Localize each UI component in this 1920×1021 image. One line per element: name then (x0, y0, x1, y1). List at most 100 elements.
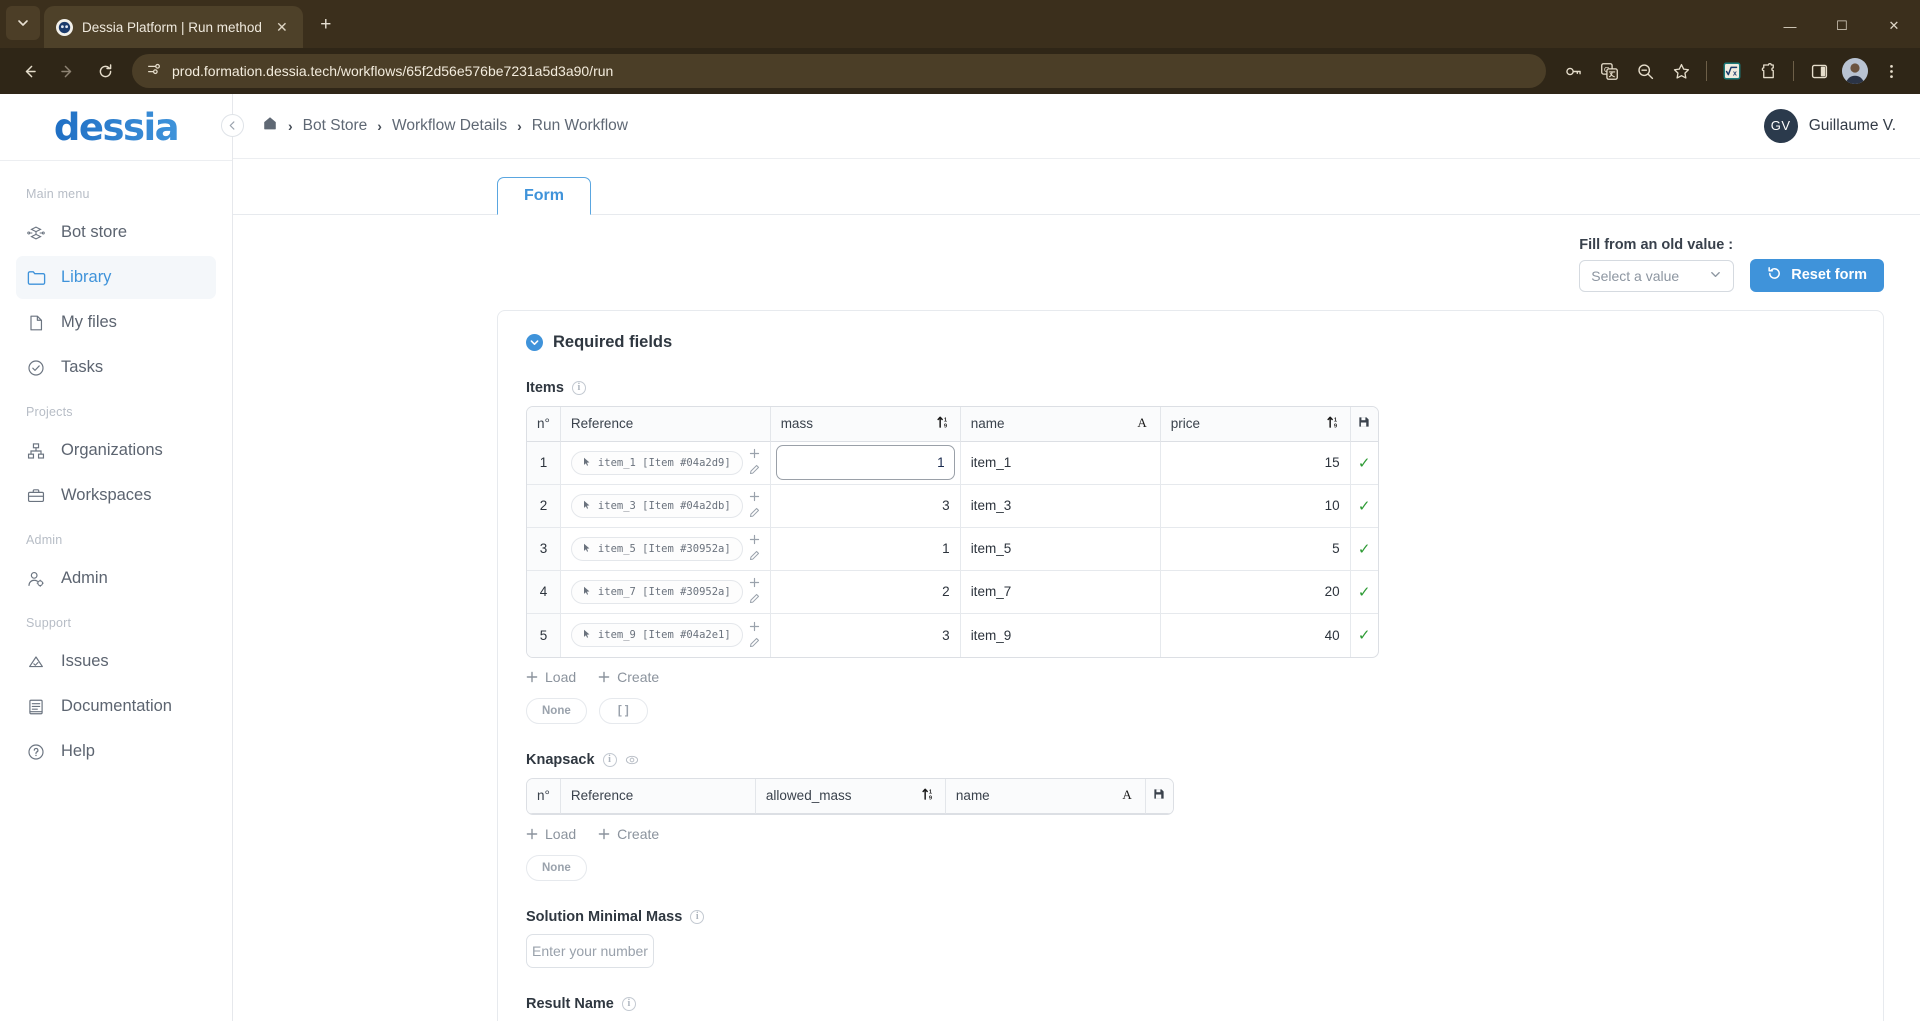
window-maximize-button[interactable]: ☐ (1816, 6, 1868, 46)
back-icon[interactable] (12, 54, 46, 88)
add-reference-icon[interactable] (749, 620, 760, 635)
table-row[interactable]: 3 item_5 [Item #30952a] 1 item_5 5 ✓ (527, 527, 1378, 571)
items-load-button[interactable]: Load (526, 669, 576, 685)
info-icon[interactable]: i (602, 752, 617, 767)
items-row-reference[interactable]: item_9 [Item #04a2e1] (561, 613, 771, 657)
brand-logo[interactable]: dessia (0, 94, 232, 162)
items-row-name[interactable]: item_5 (960, 527, 1161, 571)
info-icon[interactable]: i (690, 909, 705, 924)
save-disk-icon[interactable] (1358, 416, 1370, 431)
items-row-mass[interactable]: 3 (770, 484, 961, 528)
items-row-name[interactable]: item_1 (960, 441, 1161, 485)
browser-tab[interactable]: Dessia Platform | Run method ✕ (44, 6, 303, 49)
items-col-mass[interactable]: mass 19 (770, 406, 961, 442)
items-row-mass[interactable]: 2 (770, 570, 961, 614)
breadcrumb-item-run-workflow[interactable]: Run Workflow (532, 117, 628, 135)
items-row-reference[interactable]: item_1 [Item #04a2d9] (560, 441, 771, 485)
reference-chip[interactable]: item_5 [Item #30952a] (570, 536, 743, 561)
side-panel-icon[interactable] (1802, 54, 1836, 88)
items-row-reference[interactable]: item_3 [Item #04a2db] (560, 484, 771, 528)
items-row-name[interactable]: item_7 (960, 570, 1161, 614)
window-close-button[interactable]: ✕ (1868, 6, 1920, 46)
user-menu[interactable]: GV Guillaume V. (1763, 108, 1896, 143)
table-row[interactable]: 4 item_7 [Item #30952a] 2 item_7 20 ✓ (527, 570, 1378, 614)
page-settings-icon[interactable] (146, 61, 162, 82)
eye-icon[interactable] (625, 753, 639, 767)
items-row-name[interactable]: item_3 (960, 484, 1161, 528)
required-fields-header[interactable]: Required fields (498, 333, 1883, 352)
numeric-sort-icon[interactable]: 19 (922, 787, 935, 804)
sidebar-item-tasks[interactable]: Tasks (16, 346, 216, 389)
items-row-name[interactable]: item_9 (961, 613, 1161, 657)
items-col-reference[interactable]: Reference (560, 406, 771, 442)
items-col-name[interactable]: name A (960, 406, 1161, 442)
tab-form[interactable]: Form (497, 176, 591, 215)
tab-search-icon[interactable] (6, 6, 40, 41)
sidebar-item-help[interactable]: Help (16, 730, 216, 773)
knapsack-load-button[interactable]: Load (526, 826, 576, 842)
address-bar[interactable]: prod.formation.dessia.tech/workflows/65f… (132, 54, 1546, 89)
items-row-price[interactable]: 40 (1161, 613, 1351, 657)
bookmark-star-icon[interactable] (1664, 54, 1698, 88)
items-row-price[interactable]: 20 (1160, 570, 1351, 614)
text-sort-icon[interactable]: A (1121, 787, 1135, 804)
extensions-puzzle-icon[interactable] (1751, 54, 1785, 88)
forward-icon[interactable] (50, 54, 84, 88)
numeric-sort-icon[interactable]: 19 (1327, 415, 1340, 432)
home-icon[interactable] (262, 115, 278, 136)
table-row[interactable]: 5 item_9 [Item #04a2e1] 3 item_9 40 ✓ (527, 613, 1378, 657)
items-row-price[interactable]: 15 (1160, 441, 1351, 485)
table-row[interactable]: 2 item_3 [Item #04a2db] 3 item_3 10 ✓ (527, 484, 1378, 528)
reference-chip[interactable]: item_3 [Item #04a2db] (570, 493, 743, 518)
old-value-select[interactable]: Select a value (1579, 259, 1735, 292)
add-reference-icon[interactable] (749, 576, 760, 591)
sidebar-item-organizations[interactable]: Organizations (16, 429, 216, 472)
zoom-out-icon[interactable] (1628, 54, 1662, 88)
window-minimize-button[interactable]: — (1764, 6, 1816, 46)
add-reference-icon[interactable] (749, 490, 760, 505)
items-chip-empty-list[interactable]: [ ] (598, 697, 648, 724)
reference-chip[interactable]: item_1 [Item #04a2d9] (570, 450, 743, 475)
items-row-price[interactable]: 5 (1160, 527, 1351, 571)
knapsack-col-allowed-mass[interactable]: allowed_mass 19 (755, 778, 946, 814)
new-tab-button[interactable]: + (311, 10, 341, 40)
info-icon[interactable]: i (571, 380, 586, 395)
password-key-icon[interactable] (1556, 54, 1590, 88)
numeric-sort-icon[interactable]: 19 (937, 415, 950, 432)
knapsack-chip-none[interactable]: None (526, 854, 587, 881)
breadcrumb-item-workflow-details[interactable]: Workflow Details (392, 117, 507, 135)
knapsack-col-n[interactable]: n° (527, 778, 561, 814)
add-reference-icon[interactable] (749, 447, 760, 462)
table-row[interactable]: 1 item_1 [Item #04a2d9] 1 item_1 15 ✓ (527, 441, 1378, 485)
sidebar-item-workspaces[interactable]: Workspaces (16, 474, 216, 517)
reload-icon[interactable] (88, 54, 122, 88)
items-row-price[interactable]: 10 (1160, 484, 1351, 528)
items-row-reference[interactable]: item_5 [Item #30952a] (560, 527, 771, 571)
text-sort-icon[interactable]: A (1136, 415, 1150, 432)
save-disk-icon[interactable] (1153, 788, 1165, 803)
reset-form-button[interactable]: Reset form (1750, 258, 1884, 292)
sidebar-item-bot-store[interactable]: Bot store (16, 211, 216, 254)
edit-reference-icon[interactable] (749, 549, 760, 564)
items-row-mass[interactable]: 1 (770, 441, 961, 485)
three-dot-menu-icon[interactable] (1874, 54, 1908, 88)
sidebar-item-library[interactable]: Library (16, 256, 216, 300)
sidebar-collapse-icon[interactable] (221, 114, 244, 138)
solution-minimal-mass-input[interactable]: Enter your number (526, 933, 654, 968)
edit-reference-icon[interactable] (749, 463, 760, 478)
mass-input[interactable]: 1 (775, 445, 955, 481)
translate-icon[interactable]: G (1592, 54, 1626, 88)
breadcrumb-item-bot-store[interactable]: Bot Store (303, 117, 368, 135)
sidebar-item-documentation[interactable]: Documentation (16, 685, 216, 728)
math-extension-icon[interactable]: x (1715, 54, 1749, 88)
items-col-price[interactable]: price 19 (1160, 406, 1351, 442)
sidebar-item-issues[interactable]: Issues (16, 640, 216, 683)
knapsack-col-name[interactable]: name A (945, 778, 1146, 814)
knapsack-create-button[interactable]: Create (598, 826, 659, 842)
sidebar-item-admin[interactable]: Admin (16, 557, 216, 600)
chevron-down-circle-icon[interactable] (526, 333, 543, 351)
items-col-save[interactable] (1350, 406, 1378, 442)
knapsack-col-save[interactable] (1145, 778, 1173, 814)
items-chip-none[interactable]: None (526, 697, 587, 724)
add-reference-icon[interactable] (749, 533, 760, 548)
